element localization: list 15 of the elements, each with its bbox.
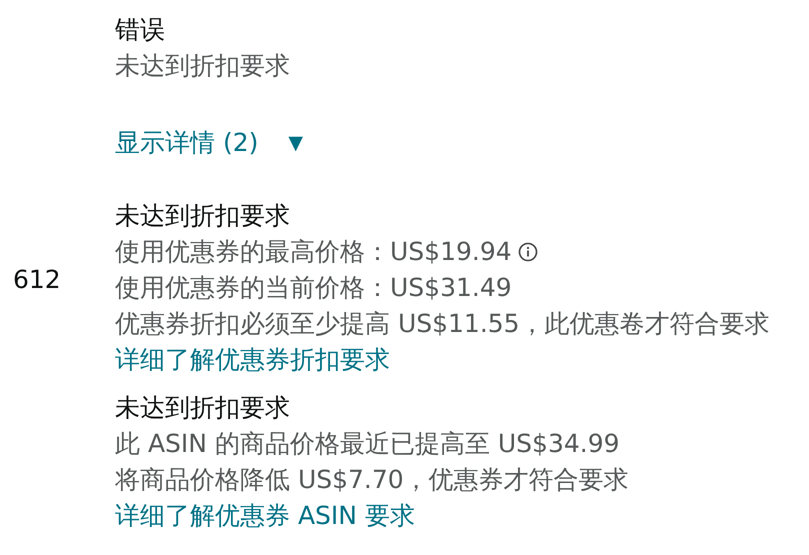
issue-detail: 使用优惠券的当前价格：US$31.49 [115, 272, 512, 304]
caret-icon[interactable]: ▼ [288, 125, 303, 161]
learn-more-link[interactable]: 详细了解优惠券 ASIN 要求 [115, 501, 415, 530]
issue-detail: 将商品价格降低 US$7.70，优惠券才符合要求 [115, 464, 629, 496]
error-message: 未达到折扣要求 [115, 50, 291, 82]
error-title: 错误 [115, 14, 166, 46]
learn-more-link[interactable]: 详细了解优惠券折扣要求 [115, 345, 390, 374]
info-icon[interactable] [518, 242, 538, 262]
issue-detail: 使用优惠券的最高价格：US$19.94 [115, 236, 512, 268]
show-details-link[interactable]: 显示详情 (2) [115, 125, 258, 161]
issue-title: 未达到折扣要求 [115, 392, 291, 424]
issue-detail: 优惠券折扣必须至少提高 US$11.55，此优惠卷才符合要求 [115, 308, 770, 340]
row-number: 612 [13, 264, 61, 296]
issue-detail: 此 ASIN 的商品价格最近已提高至 US$34.99 [115, 428, 620, 460]
issue-title: 未达到折扣要求 [115, 200, 291, 232]
